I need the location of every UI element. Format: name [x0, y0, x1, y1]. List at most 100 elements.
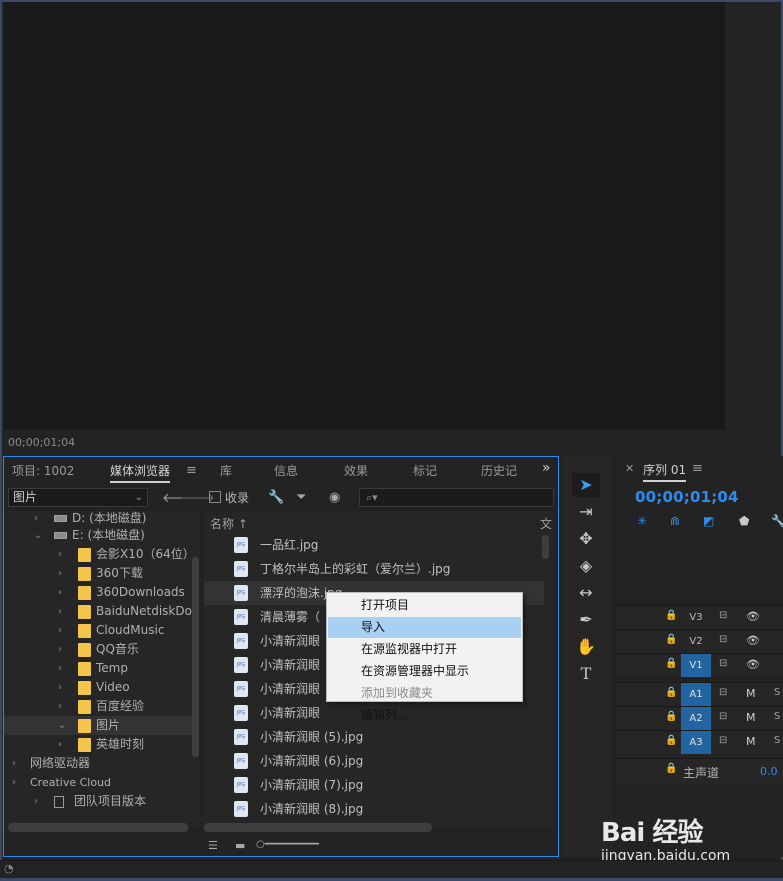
sync-lock-icon[interactable]: ⊟	[719, 634, 727, 645]
lock-icon[interactable]: 🔒	[665, 735, 677, 746]
tree-item[interactable]: › Temp	[4, 659, 199, 678]
timeline-menu-icon[interactable]: ≡	[692, 461, 703, 476]
tree-item[interactable]: › Video	[4, 678, 199, 697]
file-row[interactable]: JPG 小清新润眼 (7).jpg	[204, 773, 544, 797]
tab-info[interactable]: 信息	[274, 462, 298, 479]
lock-icon[interactable]: 🔒	[665, 610, 677, 621]
razor-tool-icon[interactable]: ◈	[572, 554, 600, 578]
status-icon[interactable]: ◔	[4, 862, 14, 875]
mute-button[interactable]: M	[746, 735, 756, 748]
file-row[interactable]: JPG 小清新润眼 (6).jpg	[204, 749, 544, 773]
tab-libraries[interactable]: 库	[220, 462, 232, 479]
track-select-tool-icon[interactable]: ⇥	[572, 500, 600, 524]
tree-horizontal-scrollbar[interactable]	[8, 823, 188, 832]
sync-lock-icon[interactable]: ⊟	[719, 711, 727, 722]
ingest-checkbox[interactable]	[209, 491, 221, 503]
track-target-toggle[interactable]: V3	[681, 606, 711, 629]
file-row[interactable]: JPG 小清新润眼 (5).jpg	[204, 725, 544, 749]
mute-button[interactable]: M	[746, 711, 756, 724]
tab-effects[interactable]: 效果	[344, 462, 368, 479]
sync-lock-icon[interactable]: ⊟	[719, 687, 727, 698]
chevron-right-icon[interactable]: ›	[12, 754, 16, 773]
tab-history[interactable]: 历史记	[481, 462, 517, 479]
sequence-tab[interactable]: 序列 01	[643, 461, 687, 482]
sync-lock-icon[interactable]: ⊟	[719, 610, 727, 621]
context-menu-item[interactable]: 在源监视器中打开	[328, 639, 521, 660]
chevron-right-icon[interactable]: ›	[58, 583, 62, 602]
link-icon[interactable]: ⋒	[670, 514, 680, 528]
location-select[interactable]: 图片 ⌄	[8, 488, 148, 507]
chevron-right-icon[interactable]: ›	[12, 773, 16, 792]
sync-lock-icon[interactable]: ⊟	[719, 735, 727, 746]
file-list-vertical-scrollbar[interactable]	[542, 535, 549, 559]
file-row[interactable]: JPG 丁格尔半岛上的彩虹（爱尔兰）.jpg	[204, 557, 544, 581]
context-menu-item[interactable]: 编辑列...	[328, 705, 521, 726]
lock-icon[interactable]: 🔒	[665, 634, 677, 645]
tab-media-browser[interactable]: 媒体浏览器	[110, 462, 171, 483]
context-menu-item[interactable]: 在资源管理器中显示	[328, 661, 521, 682]
chevron-right-icon[interactable]: ›	[58, 735, 62, 754]
tree-item[interactable]: › 会影X10（64位）	[4, 545, 199, 564]
tree-item[interactable]: › QQ音乐	[4, 640, 199, 659]
tab-markers[interactable]: 标记	[413, 462, 437, 479]
tree-item[interactable]: › 360Downloads	[4, 583, 199, 602]
snap-icon[interactable]: ✳	[637, 514, 647, 528]
monitor-timecode[interactable]: 00;00;01;04	[8, 436, 75, 449]
file-row[interactable]: JPG 一品红.jpg	[204, 533, 544, 557]
tab-project[interactable]: 项目: 1002	[12, 462, 74, 479]
icon-view-icon[interactable]: ▬	[235, 839, 245, 852]
tree-item[interactable]: › 网络驱动器	[4, 754, 199, 773]
chevron-right-icon[interactable]: ›	[58, 602, 62, 621]
linked-selection-icon[interactable]: ◩	[703, 514, 714, 528]
tree-item[interactable]: ⌄ E: (本地磁盘)	[4, 526, 199, 545]
chevron-down-icon[interactable]: ⌄	[34, 526, 42, 545]
tree-item[interactable]: ⌄ 图片	[4, 716, 199, 735]
chevron-right-icon[interactable]: ›	[58, 697, 62, 716]
ripple-edit-tool-icon[interactable]: ✥	[572, 527, 600, 551]
solo-button[interactable]: S	[774, 711, 780, 722]
solo-button[interactable]: S	[774, 735, 780, 746]
solo-button[interactable]: S	[774, 687, 780, 698]
file-list-horizontal-scrollbar[interactable]	[204, 823, 432, 832]
mute-button[interactable]: M	[746, 687, 756, 700]
chevron-right-icon[interactable]: ›	[58, 564, 62, 583]
more-tabs-icon[interactable]: »	[542, 460, 551, 476]
column-name-header[interactable]: 名称 ↑	[210, 515, 248, 532]
tree-item[interactable]: › BaiduNetdiskDown	[4, 602, 199, 621]
selection-tool-icon[interactable]: ➤	[572, 473, 600, 497]
tree-item[interactable]: › CloudMusic	[4, 621, 199, 640]
chevron-right-icon[interactable]: ›	[34, 792, 38, 811]
tree-item[interactable]: › 百度经验	[4, 697, 199, 716]
slip-tool-icon[interactable]: ↔	[572, 581, 600, 605]
chevron-right-icon[interactable]: ›	[58, 545, 62, 564]
eye-icon[interactable]: ◉	[329, 490, 340, 505]
panel-menu-icon[interactable]: ≡	[186, 463, 197, 478]
eye-icon[interactable]: 👁	[746, 610, 760, 623]
monitor-viewer[interactable]	[4, 2, 725, 430]
master-volume[interactable]: 0.0	[760, 765, 778, 778]
track-target-toggle[interactable]: A3	[681, 731, 711, 754]
chevron-right-icon[interactable]: ›	[58, 659, 62, 678]
lock-icon[interactable]: 🔒	[665, 658, 677, 669]
track-target-toggle[interactable]: A2	[681, 707, 711, 730]
hand-tool-icon[interactable]: ✋	[572, 635, 600, 659]
tree-item[interactable]: › Creative Cloud	[4, 773, 199, 792]
lock-icon[interactable]: 🔒	[665, 763, 677, 774]
chevron-right-icon[interactable]: ›	[58, 621, 62, 640]
track-target-toggle[interactable]: V1	[681, 654, 711, 677]
wrench-icon[interactable]: 🔧	[268, 490, 284, 505]
track-target-toggle[interactable]: V2	[681, 630, 711, 653]
search-input[interactable]: ⌕▾	[359, 488, 554, 507]
context-menu-item[interactable]: 导入	[328, 617, 521, 638]
tree-item[interactable]: › 团队项目版本	[4, 792, 199, 811]
wrench-icon[interactable]: 🔧	[771, 514, 783, 528]
zoom-slider[interactable]: ○━━━━━━━━━	[256, 839, 319, 850]
list-view-icon[interactable]: ☰	[208, 839, 218, 852]
marker-icon[interactable]: ⬟	[739, 514, 749, 528]
filter-icon[interactable]: ⏷	[296, 490, 306, 505]
type-tool-icon[interactable]: T	[572, 662, 600, 686]
timeline-timecode[interactable]: 00;00;01;04	[635, 488, 739, 506]
lock-icon[interactable]: 🔒	[665, 687, 677, 698]
close-icon[interactable]: ✕	[625, 462, 634, 475]
chevron-right-icon[interactable]: ›	[58, 678, 62, 697]
